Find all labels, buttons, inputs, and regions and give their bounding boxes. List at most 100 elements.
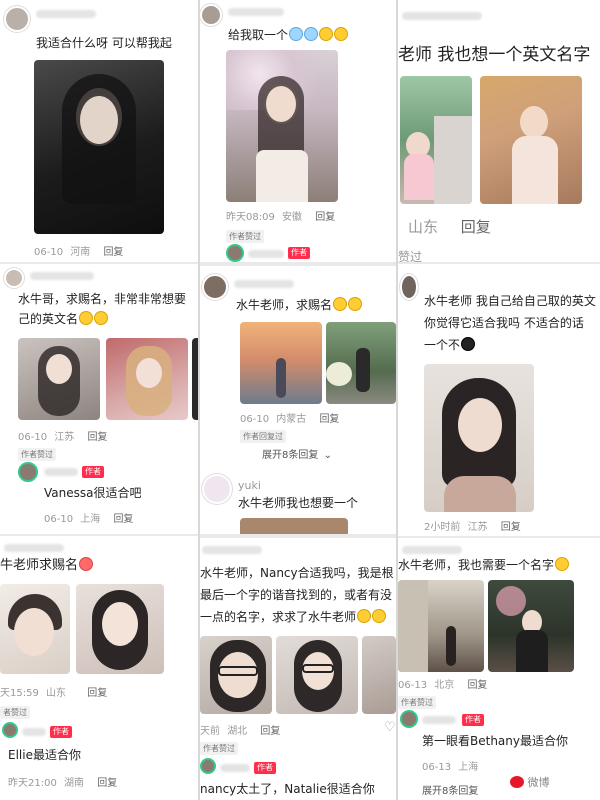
comment-photo[interactable] <box>424 364 534 512</box>
author-replied-badge: 作者回复过 <box>240 430 286 443</box>
comment-meta: 天15:59 山东 回复 <box>0 684 107 699</box>
comment-meta: 06-10 内蒙古 回复 <box>240 410 339 425</box>
author-name-blurred <box>22 728 46 736</box>
username-blurred <box>202 546 262 554</box>
comment-photo[interactable] <box>480 76 582 204</box>
comment-meta: 06-10 江苏 回复 <box>18 428 107 443</box>
reply-button[interactable]: 回复 <box>113 514 133 525</box>
reply-button[interactable]: 回复 <box>467 680 487 691</box>
reply-button[interactable]: 回复 <box>260 726 280 737</box>
comment-photo[interactable] <box>34 60 164 234</box>
comment-card-7: 牛老师求赐名 天15:59 山东 回复 者赞过 作者 Ellie最适合你 昨天2… <box>0 536 198 800</box>
comment-photo[interactable] <box>226 50 338 202</box>
liked-tail: 赞过 <box>398 250 423 262</box>
author-name-blurred <box>44 468 78 476</box>
comment-date: 06-10 <box>44 514 74 525</box>
laugh-emoji-icon <box>94 311 109 325</box>
username[interactable]: yuki <box>238 476 261 495</box>
avatar[interactable] <box>400 274 418 300</box>
reply-button[interactable]: 回复 <box>461 218 491 236</box>
comment-date: 06-13 <box>398 680 428 691</box>
avatar[interactable] <box>4 268 24 288</box>
comment-text-body: 牛老师求赐名 <box>0 558 79 573</box>
expand-replies-label: 展开8条回复 <box>262 450 319 461</box>
comment-photo[interactable] <box>488 580 574 672</box>
comment-photo[interactable] <box>276 636 358 714</box>
reply-button[interactable]: 回复 <box>87 688 107 699</box>
reply-button[interactable]: 回复 <box>319 414 339 425</box>
laugh-emoji-icon <box>79 311 94 325</box>
comment-card-8: 水牛老师，Nancy合适我吗，我是根 最后一个字的谐音找到的，或者有没 一点的名… <box>200 538 396 800</box>
comment-date: 06-10 <box>18 432 48 443</box>
watermark: 微博 <box>510 774 550 790</box>
author-avatar[interactable] <box>226 244 244 262</box>
comment-photo[interactable] <box>18 338 100 420</box>
avatar[interactable] <box>4 6 30 32</box>
comment-photo-partial[interactable] <box>240 518 348 534</box>
reply-button[interactable]: 回复 <box>87 432 107 443</box>
comment-text-body: 一个不 <box>424 338 461 352</box>
comment-text: 水牛老师，我也需要一个名字 <box>398 556 570 575</box>
comment-photo-partial[interactable] <box>362 636 396 714</box>
reply-button[interactable]: 回复 <box>103 247 123 258</box>
comment-photo[interactable] <box>398 580 484 672</box>
comment-location: 内蒙古 <box>276 414 307 425</box>
pleading-emoji-icon <box>333 297 348 311</box>
comment-meta: 06-13 北京 回复 <box>398 676 487 691</box>
comment-location: 北京 <box>434 680 455 691</box>
author-tag: 作者 <box>462 714 484 726</box>
author-reply-text: Vanessa很适合吧 <box>44 486 142 500</box>
author-tag: 作者 <box>82 466 104 478</box>
avatar[interactable] <box>202 474 232 504</box>
comment-card-4: 水牛哥，求赐名，非常非常想要 己的英文名 06-10 江苏 回复 作者赞过 作者… <box>0 264 198 534</box>
comment-photo[interactable] <box>200 636 272 714</box>
avatar[interactable] <box>200 4 222 26</box>
comment-meta: 2小时前 江苏 回复 <box>424 518 521 533</box>
comment-text-line1: 水牛老师 我自己给自己取的英文 <box>424 294 596 308</box>
comment-photo[interactable] <box>106 338 188 420</box>
comment-text-line1: 水牛老师，Nancy合适我吗，我是根 <box>200 566 394 580</box>
reply-button[interactable]: 回复 <box>501 522 521 533</box>
avatar[interactable] <box>202 274 228 300</box>
comment-photo[interactable] <box>0 584 70 674</box>
divider <box>198 0 200 800</box>
expand-replies-button[interactable]: 展开8条回复 ⌄ <box>262 446 332 461</box>
chevron-down-icon: ⌄ <box>323 450 332 461</box>
comment-photo[interactable] <box>240 322 322 404</box>
comment-card-9: 水牛老师，我也需要一个名字 06-13 北京 回复 作者赞过 作者 第一眼看Be… <box>398 538 600 800</box>
pleading-emoji-icon <box>357 609 372 623</box>
comment-location: 江苏 <box>467 522 488 533</box>
comment-meta: 昨天08:09 安徽 回复 <box>226 208 335 223</box>
author-liked-badge: 作者赞过 <box>200 742 238 755</box>
heart-eyes-emoji-icon <box>79 557 94 571</box>
comment-text: 老师 我也想一个英文名字 <box>398 45 591 65</box>
comment-text-body: 一点的名字，求求了水牛老师 <box>200 610 357 624</box>
comment-text-line2: 己的英文名 <box>18 310 109 329</box>
username-blurred <box>30 272 94 280</box>
username-blurred <box>402 12 482 20</box>
author-avatar[interactable] <box>400 710 418 728</box>
comment-meta: 天前 湖北 回复 <box>200 722 280 737</box>
author-reply-meta: 06-13 上海 <box>422 758 478 773</box>
author-reply-meta: 06-10 上海 回复 <box>44 510 133 525</box>
expand-replies-button[interactable]: 展开8条回复 <box>422 782 478 797</box>
author-reply-text: Ellie最适合你 <box>8 748 81 762</box>
reply-button[interactable]: 回复 <box>315 212 335 223</box>
comment-photo[interactable] <box>400 76 472 204</box>
author-avatar[interactable] <box>18 462 38 482</box>
author-avatar[interactable] <box>200 758 216 774</box>
comment-date: 天15:59 <box>0 688 39 699</box>
author-avatar[interactable] <box>2 722 18 738</box>
reply-button[interactable]: 回复 <box>97 778 117 789</box>
author-liked-badge: 作者赞过 <box>18 448 56 461</box>
comment-photo[interactable] <box>326 322 396 404</box>
comment-location: 上海 <box>458 762 479 773</box>
comment-text-body: 己的英文名 <box>18 312 79 326</box>
comment-location: 上海 <box>80 514 101 525</box>
comment-text: 水牛老师，求赐名 <box>236 296 363 315</box>
comment-text-body: 给我取一个 <box>228 28 289 42</box>
heart-icon[interactable]: ♡ <box>384 720 396 735</box>
comment-date: 06-10 <box>240 414 270 425</box>
author-tag: 作者 <box>50 726 72 738</box>
comment-photo[interactable] <box>76 584 164 674</box>
